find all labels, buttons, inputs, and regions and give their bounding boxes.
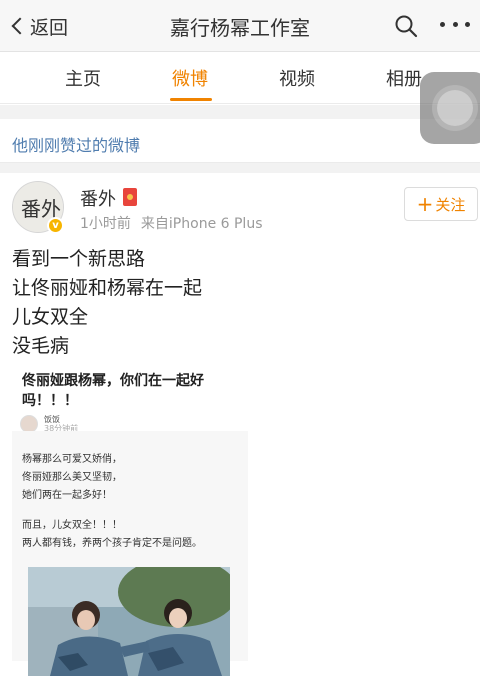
liked-weibo-header[interactable]: 他刚刚赞过的微博 — [0, 119, 480, 163]
embed-photo — [28, 567, 230, 676]
post-line: 看到一个新思路 — [12, 248, 146, 270]
weibo-post: 番外 v 番外 1小时前 来自iPhone 6 Plus + 关注 看到一个新思路… — [0, 173, 480, 676]
assistive-touch-button[interactable] — [420, 72, 480, 144]
post-meta: 1小时前 来自iPhone 6 Plus — [80, 213, 263, 233]
post-line: 没毛病 — [12, 335, 70, 357]
tab-album[interactable]: 相册 — [386, 65, 422, 91]
embed-line: 佟丽娅那么美又坚韧， — [22, 472, 122, 483]
embed-line: 而且，儿女双全！！！ — [22, 520, 122, 531]
tab-home[interactable]: 主页 — [65, 65, 101, 91]
active-tab-indicator — [170, 98, 212, 101]
embed-line-blank — [22, 505, 202, 517]
embed-line: 她们两在一起多好！ — [22, 490, 112, 501]
post-time: 1小时前 — [80, 216, 131, 232]
profile-tabs: 主页 微博 视频 相册 — [0, 52, 480, 104]
section-divider — [0, 163, 480, 173]
red-packet-icon — [123, 188, 137, 206]
embed-author-name: 饭饭 — [44, 415, 60, 424]
plus-icon: + — [416, 192, 434, 216]
search-icon[interactable] — [394, 14, 418, 38]
liked-weibo-label: 他刚刚赞过的微博 — [12, 136, 141, 155]
post-line: 让佟丽娅和杨幂在一起 — [12, 277, 203, 299]
follow-button[interactable]: + 关注 — [404, 187, 478, 221]
post-line: 儿女双全 — [12, 306, 89, 328]
assistive-touch-icon — [437, 90, 473, 126]
post-image[interactable]: 佟丽娅跟杨幂，你们在一起好吗！！！ 饭饭 38分钟前 杨幂那么可爱又娇俏， 佟丽… — [12, 365, 248, 676]
follow-label: 关注 — [435, 195, 466, 214]
section-divider — [0, 105, 480, 119]
embed-line: 杨幂那么可爱又娇俏， — [22, 454, 122, 465]
post-text: 看到一个新思路 让佟丽娅和杨幂在一起 儿女双全 没毛病 — [12, 245, 202, 361]
tab-video[interactable]: 视频 — [279, 65, 315, 91]
tab-weibo[interactable]: 微博 — [172, 65, 208, 91]
post-source: 来自iPhone 6 Plus — [140, 216, 263, 232]
top-navbar: 返回 嘉行杨幂工作室 — [0, 0, 480, 52]
more-icon[interactable] — [440, 22, 470, 30]
embed-line: 两人都有钱，养两个孩子肯定不是问题。 — [22, 538, 202, 549]
author-name[interactable]: 番外 — [80, 185, 116, 211]
verified-badge-icon: v — [47, 217, 64, 234]
embed-title: 佟丽娅跟杨幂，你们在一起好吗！！！ — [22, 373, 204, 409]
